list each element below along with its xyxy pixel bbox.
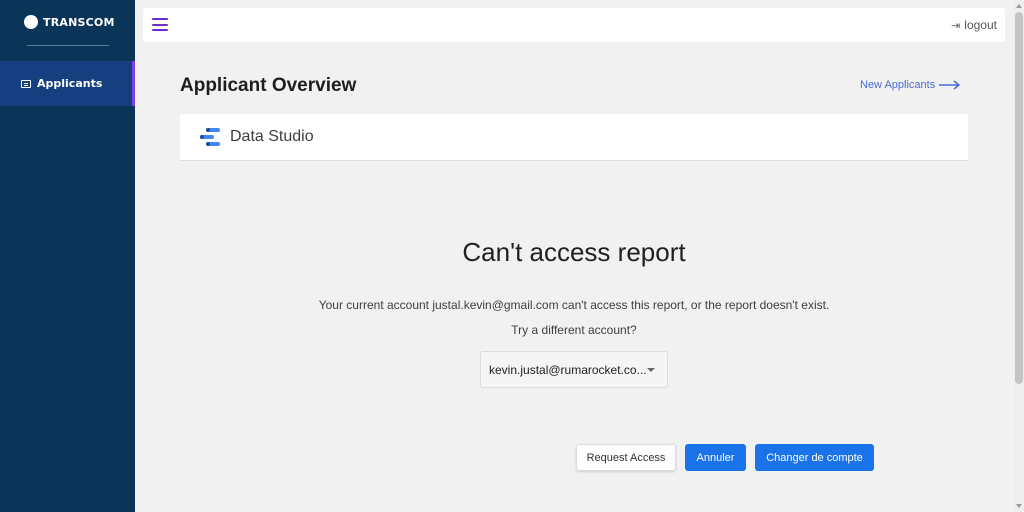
arrow-right-icon xyxy=(939,80,961,90)
cancel-button[interactable]: Annuler xyxy=(685,444,746,471)
data-studio-logo-icon xyxy=(200,128,220,146)
scrollbar[interactable] xyxy=(1014,0,1024,512)
try-different-account-prompt: Try a different account? xyxy=(511,323,637,337)
page-title: Applicant Overview xyxy=(180,75,357,96)
scrollbar-thumb[interactable] xyxy=(1015,12,1023,384)
logout-button[interactable]: ⇥ logout xyxy=(951,18,997,32)
sidebar-item-label: Applicants xyxy=(37,77,103,90)
top-bar: ⇥ logout xyxy=(143,8,1005,42)
hamburger-menu-icon[interactable] xyxy=(152,18,168,31)
change-account-button[interactable]: Changer de compte xyxy=(755,444,874,471)
chevron-down-icon xyxy=(647,368,655,372)
error-message: Your current account justal.kevin@gmail.… xyxy=(318,298,830,312)
account-select-value: kevin.justal@rumarocket.co... xyxy=(489,362,647,377)
data-studio-title: Data Studio xyxy=(230,128,314,145)
brand-name: TRANSCOM xyxy=(43,15,115,29)
scroll-up-icon[interactable] xyxy=(1016,4,1022,8)
logout-label: logout xyxy=(964,18,997,32)
data-studio-header: Data Studio xyxy=(180,114,968,161)
brand-logo[interactable]: TRANSCOM xyxy=(0,0,135,44)
new-applicants-link[interactable]: New Applicants xyxy=(860,79,961,91)
id-card-icon xyxy=(21,79,31,88)
account-select[interactable]: kevin.justal@rumarocket.co... xyxy=(480,351,668,388)
sidebar-item-applicants[interactable]: Applicants xyxy=(0,61,135,106)
sidebar: TRANSCOM Applicants xyxy=(0,0,135,512)
logout-icon: ⇥ xyxy=(951,18,961,32)
new-applicants-label: New Applicants xyxy=(860,79,936,91)
scroll-down-icon[interactable] xyxy=(1016,504,1022,508)
brand-divider xyxy=(27,45,109,46)
request-access-button[interactable]: Request Access xyxy=(576,444,676,471)
error-title: Can't access report xyxy=(462,237,686,267)
brand-dot-icon xyxy=(24,15,38,29)
